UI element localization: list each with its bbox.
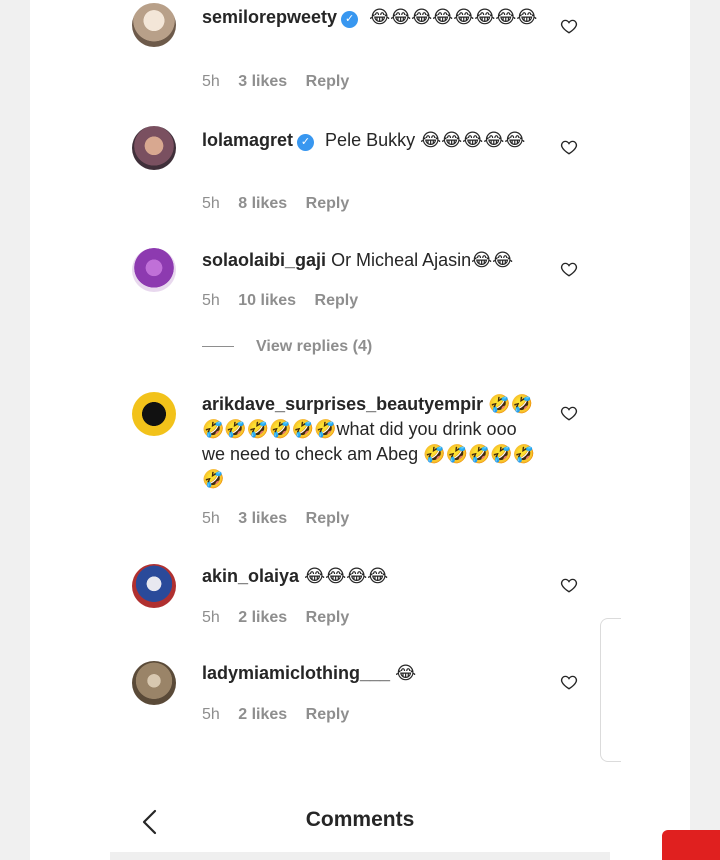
reply-button[interactable]: Reply <box>306 195 350 212</box>
comment-meta: 5h 3 likes Reply <box>202 73 363 91</box>
avatar[interactable] <box>132 564 176 608</box>
comment-time: 5h <box>202 510 220 527</box>
comment-meta: 5h 2 likes Reply <box>202 609 363 627</box>
comment-username[interactable]: semilorepweety <box>202 7 337 27</box>
comment-username[interactable]: ladymiamiclothing___ <box>202 663 390 683</box>
reply-button[interactable]: Reply <box>306 73 350 90</box>
replies-divider <box>202 346 234 348</box>
reply-button[interactable]: Reply <box>306 510 350 527</box>
comment-username[interactable]: akin_olaiya <box>202 566 299 586</box>
comment-time: 5h <box>202 292 220 309</box>
page-title: Comments <box>305 808 415 831</box>
comment-meta: 5h 10 likes Reply <box>202 292 372 310</box>
heart-outline-icon[interactable] <box>560 17 578 35</box>
heart-outline-icon[interactable] <box>560 673 578 691</box>
comments-header: Comments <box>110 800 610 852</box>
comment-likes[interactable]: 2 likes <box>238 706 287 723</box>
reply-button[interactable]: Reply <box>315 292 359 309</box>
comment-meta: 5h 8 likes Reply <box>202 195 363 213</box>
heart-outline-icon[interactable] <box>560 576 578 594</box>
comment-text: 😂😂😂😂 <box>304 566 389 586</box>
divider <box>110 852 610 860</box>
avatar[interactable] <box>132 248 176 292</box>
avatar[interactable] <box>132 392 176 436</box>
comment-text: Pele Bukky 😂😂😂😂😂 <box>325 130 526 150</box>
reply-button[interactable]: Reply <box>306 609 350 626</box>
comment-time: 5h <box>202 706 220 723</box>
comment-time: 5h <box>202 73 220 90</box>
comment-text: Or Micheal Ajasin😂😂 <box>331 250 514 270</box>
heart-outline-icon[interactable] <box>560 404 578 422</box>
comment-likes[interactable]: 10 likes <box>238 292 296 309</box>
view-replies-label: View replies (4) <box>256 338 373 355</box>
comment-time: 5h <box>202 609 220 626</box>
view-replies-button[interactable]: View replies (4) <box>202 338 372 356</box>
comment-likes[interactable]: 3 likes <box>238 510 287 527</box>
comment-text: 😂 <box>395 663 417 683</box>
comment-meta: 5h 2 likes Reply <box>202 706 363 724</box>
heart-outline-icon[interactable] <box>560 260 578 278</box>
comment-meta: 5h 3 likes Reply <box>202 510 363 528</box>
avatar[interactable] <box>132 3 176 47</box>
comment-username[interactable]: solaolaibi_gaji <box>202 250 326 270</box>
comment-time: 5h <box>202 195 220 212</box>
reply-button[interactable]: Reply <box>306 706 350 723</box>
floating-action-button[interactable] <box>662 830 720 860</box>
comment-username[interactable]: lolamagret <box>202 130 293 150</box>
comment-text: 😂😂😂😂😂😂😂😂 <box>369 7 538 27</box>
comment-likes[interactable]: 8 likes <box>238 195 287 212</box>
overlay-card <box>600 618 621 762</box>
heart-outline-icon[interactable] <box>560 138 578 156</box>
verified-badge-icon: ✓ <box>297 134 315 151</box>
comment-username[interactable]: arikdave_surprises_beautyempir <box>202 394 483 414</box>
comment-likes[interactable]: 3 likes <box>238 73 287 90</box>
verified-badge-icon: ✓ <box>341 11 359 28</box>
avatar[interactable] <box>132 126 176 170</box>
avatar[interactable] <box>132 661 176 705</box>
comment-likes[interactable]: 2 likes <box>238 609 287 626</box>
